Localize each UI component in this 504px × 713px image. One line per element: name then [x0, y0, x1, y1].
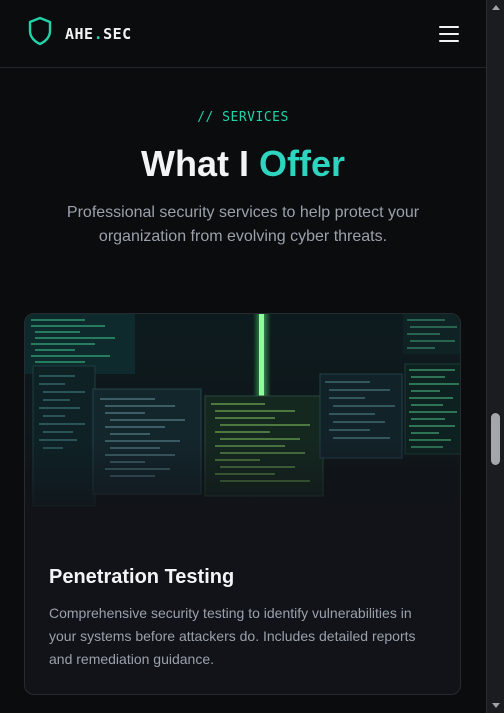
service-card-penetration-testing[interactable]: Penetration Testing Comprehensive securi… — [24, 313, 461, 695]
service-card-title: Penetration Testing — [49, 566, 235, 588]
section-title: What I Offer — [141, 143, 345, 184]
section-eyebrow: // SERVICES — [197, 110, 289, 125]
brand[interactable]: AHE.SEC — [27, 16, 132, 51]
service-card-image — [25, 314, 460, 539]
brand-name: AHE.SEC — [65, 24, 132, 43]
hamburger-menu-icon[interactable] — [439, 25, 459, 42]
section-subtitle: Professional security services to help p… — [66, 204, 420, 245]
service-card-description: Comprehensive security testing to identi… — [49, 605, 416, 667]
page: AHE.SEC // SERVICES What I Offer Profess… — [0, 0, 486, 713]
shield-icon — [27, 16, 53, 51]
scroll-down-arrow-icon[interactable] — [492, 703, 500, 708]
vertical-scrollbar[interactable] — [486, 0, 504, 713]
scrollbar-thumb[interactable] — [491, 413, 500, 465]
scroll-up-arrow-icon[interactable] — [492, 5, 500, 10]
site-header: AHE.SEC — [0, 0, 486, 68]
